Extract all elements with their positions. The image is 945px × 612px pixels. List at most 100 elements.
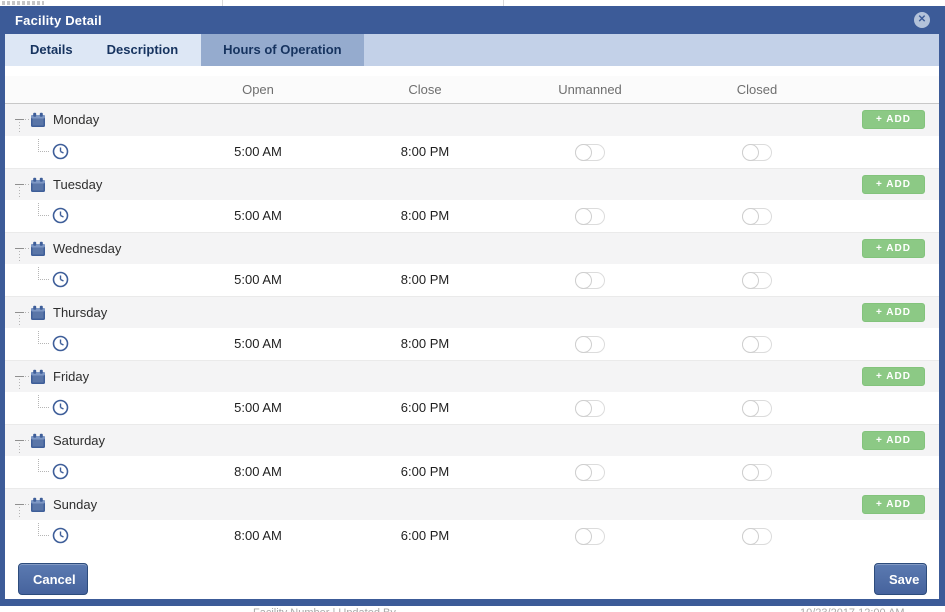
closed-toggle[interactable] xyxy=(742,208,772,225)
unmanned-toggle[interactable] xyxy=(575,144,605,161)
day-row: Monday + ADD xyxy=(5,104,939,136)
tree-collapse-icon[interactable] xyxy=(14,371,30,389)
open-time-value[interactable]: 5:00 AM xyxy=(198,392,318,424)
tab-bar: Details Description Hours of Operation xyxy=(5,34,939,66)
close-time-value[interactable]: 8:00 PM xyxy=(365,136,485,168)
add-hours-button[interactable]: + ADD xyxy=(862,175,925,194)
open-time-value[interactable]: 5:00 AM xyxy=(198,264,318,296)
unmanned-toggle[interactable] xyxy=(575,208,605,225)
hours-row: 5:00 AM 8:00 PM xyxy=(5,136,939,168)
tree-collapse-icon[interactable] xyxy=(14,114,30,132)
day-name-label: Thursday xyxy=(53,305,108,320)
unmanned-toggle[interactable] xyxy=(575,400,605,417)
closed-toggle[interactable] xyxy=(742,336,772,353)
hours-grid-body: Monday + ADD 5:00 AM 8:00 PM Tuesday + A… xyxy=(5,104,939,552)
tree-connector xyxy=(38,139,49,152)
tree-connector xyxy=(38,267,49,280)
calendar-icon xyxy=(30,497,46,513)
day-name-label: Tuesday xyxy=(53,177,103,192)
day-row: Saturday + ADD xyxy=(5,424,939,456)
day-row: Wednesday + ADD xyxy=(5,232,939,264)
add-hours-button[interactable]: + ADD xyxy=(862,495,925,514)
calendar-icon xyxy=(30,112,46,128)
close-time-value[interactable]: 6:00 PM xyxy=(365,520,485,552)
cancel-button[interactable]: Cancel xyxy=(18,563,88,595)
close-time-value[interactable]: 8:00 PM xyxy=(365,264,485,296)
day-row: Tuesday + ADD xyxy=(5,168,939,200)
unmanned-toggle[interactable] xyxy=(575,272,605,289)
inactive-tab-group: Details Description xyxy=(5,34,202,66)
open-time-value[interactable]: 8:00 AM xyxy=(198,520,318,552)
facility-detail-dialog: Facility Detail ✕ Details Description Ho… xyxy=(0,6,945,606)
toggle-knob xyxy=(742,336,759,353)
day-block: Saturday + ADD 8:00 AM 6:00 PM xyxy=(5,424,939,488)
tree-collapse-icon[interactable] xyxy=(14,307,30,325)
background-page-strip-bottom: Facility Number | Updated By 10/23/2017 … xyxy=(0,606,945,612)
unmanned-toggle[interactable] xyxy=(575,528,605,545)
day-block: Sunday + ADD 8:00 AM 6:00 PM xyxy=(5,488,939,552)
day-row: Friday + ADD xyxy=(5,360,939,392)
closed-toggle[interactable] xyxy=(742,272,772,289)
add-hours-button[interactable]: + ADD xyxy=(862,110,925,129)
open-time-value[interactable]: 5:00 AM xyxy=(198,328,318,360)
day-row: Thursday + ADD xyxy=(5,296,939,328)
day-block: Monday + ADD 5:00 AM 8:00 PM xyxy=(5,104,939,168)
unmanned-toggle[interactable] xyxy=(575,336,605,353)
add-hours-button[interactable]: + ADD xyxy=(862,431,925,450)
dialog-title: Facility Detail xyxy=(15,12,102,28)
column-header-close: Close xyxy=(408,82,442,97)
calendar-icon xyxy=(30,433,46,449)
day-block: Friday + ADD 5:00 AM 6:00 PM xyxy=(5,360,939,424)
day-row: Sunday + ADD xyxy=(5,488,939,520)
day-name-label: Wednesday xyxy=(53,241,122,256)
column-header-closed: Closed xyxy=(736,82,778,97)
hours-row: 5:00 AM 8:00 PM xyxy=(5,264,939,296)
tab-description[interactable]: Description xyxy=(90,34,196,66)
day-name-label: Friday xyxy=(53,369,90,384)
toggle-knob xyxy=(742,272,759,289)
add-hours-button[interactable]: + ADD xyxy=(862,367,925,386)
tree-collapse-icon[interactable] xyxy=(14,499,30,517)
clock-icon xyxy=(52,527,69,544)
dialog-titlebar: Facility Detail ✕ xyxy=(5,6,939,34)
tree-connector xyxy=(38,523,49,536)
column-header-unmanned: Unmanned xyxy=(558,82,622,97)
save-button[interactable]: Save xyxy=(874,563,927,595)
tab-hours-of-operation[interactable]: Hours of Operation xyxy=(201,34,364,66)
toggle-knob xyxy=(575,528,592,545)
tree-connector xyxy=(38,459,49,472)
tab-details[interactable]: Details xyxy=(13,34,90,66)
toggle-knob xyxy=(575,400,592,417)
day-name-label: Monday xyxy=(53,112,100,127)
column-header-open: Open xyxy=(242,82,274,97)
tree-connector xyxy=(38,395,49,408)
close-time-value[interactable]: 8:00 PM xyxy=(365,328,485,360)
toggle-knob xyxy=(575,272,592,289)
hours-grid-header: Open Close Unmanned Closed xyxy=(5,76,939,104)
open-time-value[interactable]: 5:00 AM xyxy=(198,200,318,232)
closed-toggle[interactable] xyxy=(742,528,772,545)
closed-toggle[interactable] xyxy=(742,144,772,161)
add-hours-button[interactable]: + ADD xyxy=(862,239,925,258)
close-time-value[interactable]: 6:00 PM xyxy=(365,456,485,488)
open-time-value[interactable]: 5:00 AM xyxy=(198,136,318,168)
dialog-footer: Cancel Save xyxy=(5,552,939,599)
close-time-value[interactable]: 8:00 PM xyxy=(365,200,485,232)
hours-row: 8:00 AM 6:00 PM xyxy=(5,520,939,552)
tree-collapse-icon[interactable] xyxy=(14,435,30,453)
add-hours-button[interactable]: + ADD xyxy=(862,303,925,322)
close-time-value[interactable]: 6:00 PM xyxy=(365,392,485,424)
tree-collapse-icon[interactable] xyxy=(14,179,30,197)
tree-collapse-icon[interactable] xyxy=(14,243,30,261)
open-time-value[interactable]: 8:00 AM xyxy=(198,456,318,488)
close-icon[interactable]: ✕ xyxy=(914,12,930,28)
toggle-knob xyxy=(742,400,759,417)
closed-toggle[interactable] xyxy=(742,400,772,417)
unmanned-toggle[interactable] xyxy=(575,464,605,481)
toggle-knob xyxy=(742,528,759,545)
clock-icon xyxy=(52,143,69,160)
closed-toggle[interactable] xyxy=(742,464,772,481)
calendar-icon xyxy=(30,177,46,193)
toggle-knob xyxy=(742,144,759,161)
toggle-knob xyxy=(742,464,759,481)
